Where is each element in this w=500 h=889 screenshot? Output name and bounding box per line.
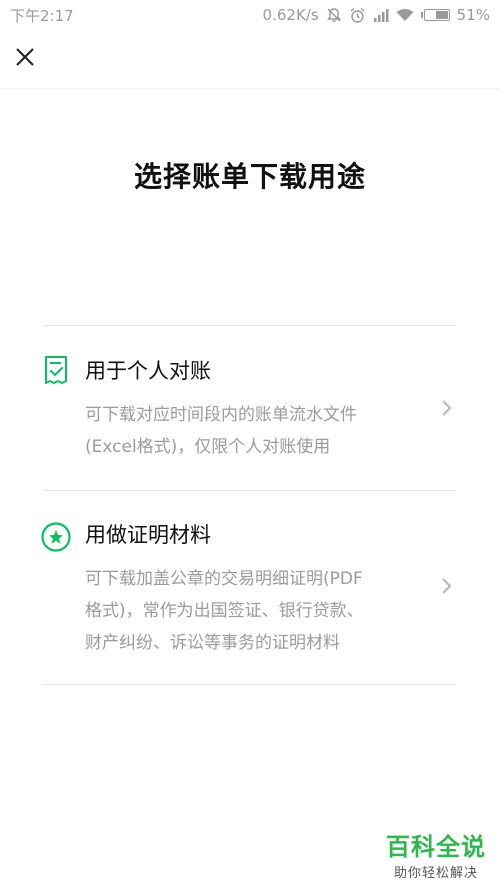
chevron-right-icon: [440, 577, 454, 595]
watermark-subtitle: 助你轻松解决: [393, 866, 478, 881]
divider-bottom: [44, 684, 456, 685]
wifi-icon: [396, 8, 414, 22]
option-desc-line: 格式)，常作为出国签证、银行贷款、: [85, 601, 364, 621]
signal-icon: [373, 8, 389, 23]
net-speed: 0.62K/s: [262, 6, 319, 24]
header-bar: [0, 30, 500, 89]
alarm-icon: [349, 7, 366, 24]
page-title: 选择账单下载用途: [133, 160, 366, 193]
option-proof-material[interactable]: 用做证明材料 可下载加盖公章的交易明细证明(PDF 格式)，常作为出国签证、银行…: [41, 519, 456, 659]
option-description: 可下载加盖公章的交易明细证明(PDF 格式)，常作为出国签证、银行贷款、 财产纠…: [85, 563, 415, 659]
watermark-logo: 百科全说 助你轻松解决: [386, 827, 486, 881]
battery-icon: [420, 9, 450, 21]
option-desc-line: (Excel格式)，仅限个人对账使用: [85, 437, 331, 457]
divider-middle: [44, 490, 456, 491]
document-check-icon: [44, 355, 68, 385]
close-button[interactable]: [10, 42, 40, 72]
status-bar: 下午2:17 0.62K/s 51%: [0, 0, 500, 30]
status-icons: 0.62K/s 51%: [263, 6, 490, 24]
option-title: 用于个人对账: [85, 359, 211, 383]
option-personal-reconciliation[interactable]: 用于个人对账 可下载对应时间段内的账单流水文件 (Excel格式)，仅限个人对账…: [44, 355, 456, 465]
close-icon: [16, 48, 34, 66]
watermark-title: 百科全说: [386, 833, 486, 861]
battery-percent: 51%: [456, 6, 490, 24]
option-desc-line: 可下载对应时间段内的账单流水文件: [85, 405, 357, 425]
option-title: 用做证明材料: [85, 523, 211, 547]
mute-icon: [326, 7, 342, 23]
chevron-right-icon: [440, 399, 454, 417]
divider-top: [44, 325, 456, 326]
star-badge-icon: [40, 521, 71, 552]
status-time: 下午2:17: [10, 6, 74, 25]
option-desc-line: 可下载加盖公章的交易明细证明(PDF: [85, 569, 363, 589]
option-description: 可下载对应时间段内的账单流水文件 (Excel格式)，仅限个人对账使用: [85, 399, 415, 463]
option-desc-line: 财产纠纷、诉讼等事务的证明材料: [85, 633, 340, 653]
